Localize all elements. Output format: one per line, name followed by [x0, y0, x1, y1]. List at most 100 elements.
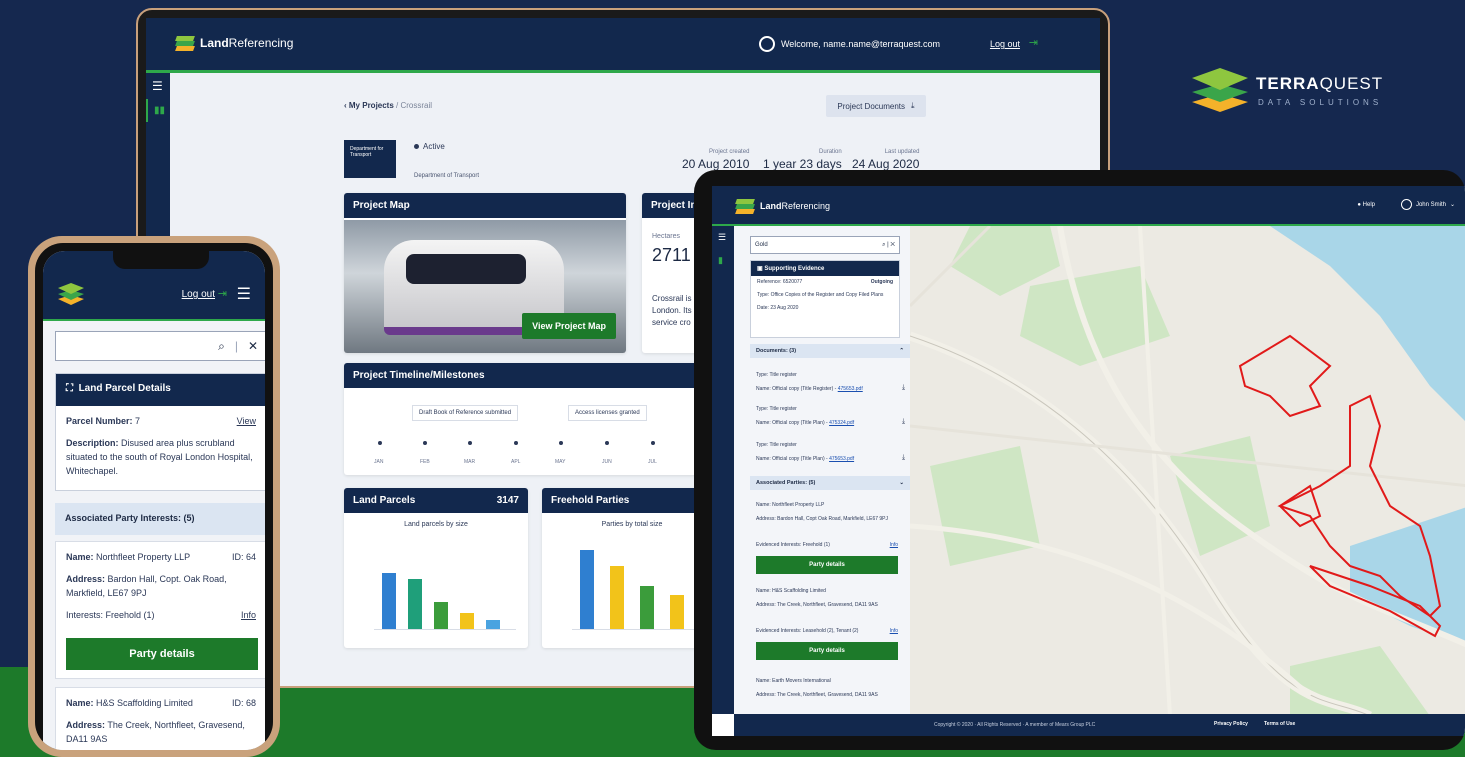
timeline-month: FEB	[420, 459, 430, 465]
project-documents-button[interactable]: Project Documents ⤓	[826, 95, 926, 117]
breadcrumb-current: Crossrail	[400, 101, 433, 110]
dashboard-chart-icon[interactable]: ▮	[712, 249, 734, 272]
info-link[interactable]: Info	[890, 542, 898, 548]
evidence-type: Type: Office Copies of the Register and …	[757, 292, 884, 298]
timeline-dot	[559, 441, 563, 445]
freehold-chart	[572, 540, 710, 630]
timeline-month: JAN	[374, 459, 384, 465]
milestone-label: Access licenses granted	[568, 405, 647, 421]
terraquest-layers-icon	[1192, 68, 1248, 112]
info-link[interactable]: Info	[890, 628, 898, 634]
land-parcels-card: Land Parcels 3147 Land parcels by size	[344, 488, 528, 648]
party-name: Name: H&S Scaffolding Limited	[756, 588, 826, 594]
party-address: Address: Bardon Hall, Copt. Oak Road, Ma…	[66, 574, 227, 598]
party-interests: Interests: Freehold (1) Info	[66, 608, 256, 622]
search-input[interactable]: Gold ⌕ | ✕	[750, 236, 900, 254]
parcel-number: Parcel Number: 7 View	[66, 414, 256, 428]
document-type: Type: Title register	[756, 406, 797, 412]
land-parcels-title: Land Parcels 3147	[344, 488, 528, 513]
land-parcels-chart-title: Land parcels by size	[404, 521, 468, 528]
close-icon[interactable]: ✕	[890, 242, 895, 248]
info-link[interactable]: Info	[241, 608, 256, 622]
menu-icon[interactable]: ☰	[237, 284, 251, 304]
map-canvas[interactable]	[910, 226, 1465, 714]
user-avatar-icon[interactable]	[758, 36, 775, 52]
milestone-label: Draft Book of Reference submitted	[412, 405, 519, 421]
search-input[interactable]: ⌕ | ✕	[55, 331, 265, 361]
supporting-evidence-card: ▣ Supporting Evidence Reference: 6520077…	[750, 260, 900, 338]
parcel-map[interactable]	[910, 226, 1465, 714]
party-card: Name: Northfleet Property LLP ID: 64 Addr…	[55, 541, 265, 679]
app-logo[interactable]: LandReferencing	[735, 199, 830, 214]
evidence-date: Date: 23 Aug 2020	[757, 305, 799, 311]
download-icon[interactable]: ⤓	[902, 384, 905, 392]
layers-logo-icon	[175, 36, 195, 51]
dashboard-chart-icon[interactable]: ▮▮	[146, 99, 170, 122]
breadcrumb: ‹ My Projects / Crossrail	[344, 101, 433, 110]
help-link[interactable]: ● Help	[1357, 202, 1375, 208]
close-icon[interactable]: ✕	[248, 339, 258, 353]
document-name: Name: Official copy (Title Plan) - 47565…	[756, 456, 855, 462]
project-map-card: Project Map View Project Map	[344, 193, 626, 353]
app-logo[interactable]: LandReferencing	[175, 36, 293, 51]
document-link[interactable]: 475653.pdf	[838, 386, 863, 392]
search-icon[interactable]: ⌕	[882, 242, 885, 248]
menu-icon[interactable]: ☰	[712, 226, 734, 249]
copyright-text: Copyright © 2020 · All Rights Reserved ·…	[934, 722, 1096, 728]
documents-section-header[interactable]: Documents: (3) ⌃	[750, 344, 910, 358]
chart-bar	[640, 585, 654, 629]
timeline-dot	[651, 441, 655, 445]
timeline-dot	[423, 441, 427, 445]
logout-icon[interactable]: ⇥	[1029, 36, 1038, 49]
document-link[interactable]: 475324.pdf	[829, 420, 854, 426]
status-badge: Active	[414, 142, 445, 151]
party-card: Name: H&S Scaffolding Limited ID: 68 Addr…	[55, 687, 265, 750]
project-map-image: View Project Map	[344, 220, 626, 353]
party-id: ID: 68	[231, 698, 256, 708]
download-icon[interactable]: ⤓	[902, 418, 905, 426]
terraquest-tagline: DATA SOLUTIONS	[1258, 98, 1383, 107]
logout-link[interactable]: Log out	[182, 289, 215, 300]
view-link[interactable]: View	[237, 414, 256, 428]
parties-section-header[interactable]: Associated Parties: (5) ⌄	[750, 476, 910, 490]
terms-of-use-link[interactable]: Terms of Use	[1264, 721, 1295, 727]
laptop-top-bar: LandReferencing Welcome, name.name@terra…	[146, 18, 1100, 73]
party-interests: Evidenced Interests: Leasehold (2), Tena…	[756, 628, 898, 634]
document-name: Name: Official copy (Title Register) - 4…	[756, 386, 863, 392]
logout-link[interactable]: Log out	[990, 39, 1020, 49]
view-project-map-button[interactable]: View Project Map	[522, 313, 616, 339]
department-badge: Department for Transport	[344, 140, 396, 178]
chevron-down-icon: ⌄	[1449, 202, 1455, 208]
phone-top-bar: Log out ⇥ ☰	[43, 251, 265, 321]
timeline-month: APL	[511, 459, 521, 465]
user-menu[interactable]: John Smith ⌄	[1400, 199, 1455, 210]
party-name: Name: H&S Scaffolding Limited ID: 68	[66, 698, 256, 708]
logout-icon[interactable]: ⇥	[218, 287, 227, 300]
land-parcel-details-title: ⛶ Land Parcel Details	[56, 374, 265, 406]
download-icon[interactable]: ⤓	[902, 454, 905, 462]
party-details-button[interactable]: Party details	[66, 638, 258, 670]
party-name: Name: Earth Movers International	[756, 678, 831, 684]
party-details-button[interactable]: Party details	[756, 556, 898, 574]
department-name: Department of Transport	[414, 173, 480, 179]
hectares-value: 2711	[652, 245, 691, 265]
party-details-button[interactable]: Party details	[756, 642, 898, 660]
timeline-dot	[514, 441, 518, 445]
layers-logo-icon[interactable]	[57, 281, 85, 307]
privacy-policy-link[interactable]: Privacy Policy	[1214, 721, 1248, 727]
document-name: Name: Official copy (Title Plan) - 47532…	[756, 420, 855, 426]
stat-last-updated: Last updated 24 Aug 2020	[852, 149, 920, 171]
party-id: ID: 64	[231, 552, 256, 562]
menu-icon[interactable]: ☰	[146, 73, 170, 99]
parcel-description: Description: Disused area plus scrubland…	[66, 438, 253, 476]
chart-bar	[460, 612, 474, 629]
timeline-month: JUN	[602, 459, 612, 465]
search-icon[interactable]: ⌕	[218, 339, 225, 354]
land-parcels-chart	[374, 540, 516, 630]
party-address: Address: The Creek, Northfleet, Gravesen…	[66, 720, 245, 744]
tablet-device: LandReferencing ● Help John Smith ⌄ ☰ ▮ …	[694, 170, 1465, 750]
breadcrumb-back[interactable]: ‹ My Projects	[344, 101, 394, 110]
terraquest-wordmark: TERRAQUEST	[1256, 74, 1384, 93]
user-avatar-icon	[1400, 199, 1412, 210]
document-link[interactable]: 475653.pdf	[829, 456, 854, 462]
